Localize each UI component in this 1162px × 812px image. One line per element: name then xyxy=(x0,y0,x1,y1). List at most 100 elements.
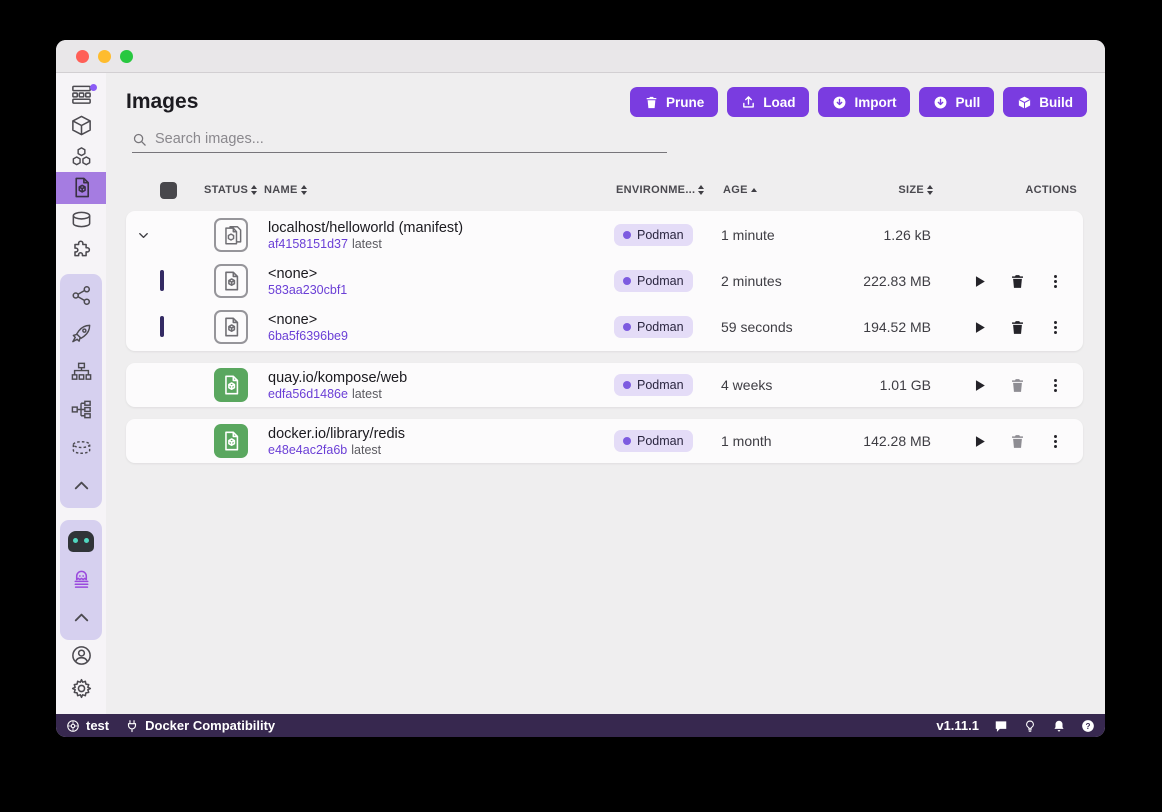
sidebar-item-images[interactable] xyxy=(56,172,106,203)
help-button[interactable]: ? xyxy=(1081,719,1095,733)
trash-icon xyxy=(1009,433,1026,450)
image-name[interactable]: <none> xyxy=(268,312,614,328)
podman-dot-icon xyxy=(623,323,631,331)
delete-image-button-disabled[interactable] xyxy=(1003,371,1031,399)
delete-image-button-disabled[interactable] xyxy=(1003,427,1031,455)
play-icon xyxy=(971,433,988,450)
build-button[interactable]: Build xyxy=(1003,87,1087,117)
table-row[interactable]: localhost/helloworld (manifest) af415815… xyxy=(126,212,1083,258)
run-image-button[interactable] xyxy=(965,427,993,455)
image-age: 4 weeks xyxy=(721,377,841,393)
org-chart-icon xyxy=(70,360,93,383)
prune-button-label: Prune xyxy=(666,95,704,110)
sidebar xyxy=(56,73,106,714)
sidebar-item-ai-lab[interactable] xyxy=(60,523,102,561)
minimize-window-button[interactable] xyxy=(98,50,111,63)
extensions-puzzle-icon xyxy=(70,239,93,262)
close-window-button[interactable] xyxy=(76,50,89,63)
run-image-button[interactable] xyxy=(965,267,993,295)
delete-image-button[interactable] xyxy=(1003,267,1031,295)
zoom-window-button[interactable] xyxy=(120,50,133,63)
more-actions-button[interactable] xyxy=(1041,371,1069,399)
image-name[interactable]: localhost/helloworld (manifest) xyxy=(268,220,614,236)
pull-button[interactable]: Pull xyxy=(919,87,994,117)
pods-icon xyxy=(70,145,93,168)
lightbulb-icon xyxy=(1023,719,1037,733)
sidebar-item-rocket[interactable] xyxy=(60,315,102,353)
run-image-button[interactable] xyxy=(965,313,993,341)
table-row[interactable]: <none> 583aa230cbf1 Podman 2 minutes 222… xyxy=(126,258,1083,304)
column-header-environment[interactable]: ENVIRONME... xyxy=(616,184,723,196)
notification-dot xyxy=(90,84,97,91)
image-id-link[interactable]: af4158151d37 xyxy=(268,237,348,251)
image-name[interactable]: docker.io/library/redis xyxy=(268,426,614,442)
chevron-up-icon xyxy=(70,606,93,629)
sidebar-item-pipeline[interactable] xyxy=(60,391,102,429)
expand-toggle[interactable] xyxy=(126,228,160,243)
image-size: 222.83 MB xyxy=(841,273,931,289)
sidebar-item-ghost-extension[interactable] xyxy=(60,561,102,599)
delete-image-button[interactable] xyxy=(1003,313,1031,341)
kube-context-indicator[interactable]: test xyxy=(66,718,109,733)
play-icon xyxy=(971,377,988,394)
image-card: quay.io/kompose/web edfa56d1486elatest P… xyxy=(126,363,1083,407)
sort-icon xyxy=(698,185,704,195)
notifications-button[interactable] xyxy=(1052,719,1066,733)
tips-button[interactable] xyxy=(1023,719,1037,733)
image-id-link[interactable]: 6ba5f6396be9 xyxy=(268,329,348,343)
images-icon xyxy=(70,176,93,199)
table-row[interactable]: quay.io/kompose/web edfa56d1486elatest P… xyxy=(126,364,1083,406)
podman-dot-icon xyxy=(623,277,631,285)
image-age: 1 month xyxy=(721,433,841,449)
load-button[interactable]: Load xyxy=(727,87,809,117)
run-image-button[interactable] xyxy=(965,371,993,399)
chat-bubble-icon xyxy=(994,719,1008,733)
row-checkbox[interactable] xyxy=(160,316,164,337)
sidebar-group-collapse[interactable] xyxy=(60,467,102,505)
search-icon xyxy=(132,132,147,147)
column-header-age[interactable]: AGE xyxy=(723,184,843,196)
image-id-link[interactable]: edfa56d1486e xyxy=(268,387,348,401)
image-size: 142.28 MB xyxy=(841,433,931,449)
feedback-button[interactable] xyxy=(994,719,1008,733)
podman-dot-icon xyxy=(623,381,631,389)
load-button-label: Load xyxy=(763,95,795,110)
table-row[interactable]: <none> 6ba5f6396be9 Podman 59 seconds 19… xyxy=(126,304,1083,350)
kebab-menu-icon xyxy=(1047,319,1064,336)
sidebar-item-org-chart[interactable] xyxy=(60,353,102,391)
more-actions-button[interactable] xyxy=(1041,313,1069,341)
image-name[interactable]: quay.io/kompose/web xyxy=(268,370,614,386)
row-checkbox[interactable] xyxy=(160,270,164,291)
select-all-checkbox[interactable] xyxy=(160,182,177,199)
sidebar-item-extensions[interactable] xyxy=(56,235,106,266)
sidebar-item-containers[interactable] xyxy=(56,110,106,141)
search-input[interactable] xyxy=(155,131,667,147)
image-id-link[interactable]: e48e4ac2fa6b xyxy=(268,443,347,457)
image-name[interactable]: <none> xyxy=(268,266,614,282)
import-button[interactable]: Import xyxy=(818,87,910,117)
ghost-pocket-icon xyxy=(70,568,93,591)
image-id-link[interactable]: 583aa230cbf1 xyxy=(268,283,347,297)
sidebar-item-dashed-volume[interactable] xyxy=(60,429,102,467)
images-list: localhost/helloworld (manifest) af415815… xyxy=(126,211,1083,463)
sidebar-group-2-collapse[interactable] xyxy=(60,599,102,637)
sidebar-item-volumes[interactable] xyxy=(56,204,106,235)
sidebar-item-dashboard[interactable] xyxy=(56,79,106,110)
more-actions-button[interactable] xyxy=(1041,267,1069,295)
play-icon xyxy=(971,273,988,290)
column-header-name[interactable]: NAME xyxy=(264,184,616,196)
table-row[interactable]: docker.io/library/redis e48e4ac2fa6blate… xyxy=(126,420,1083,462)
image-age: 2 minutes xyxy=(721,273,841,289)
titlebar xyxy=(56,40,1105,73)
sidebar-item-pods[interactable] xyxy=(56,141,106,172)
docker-compatibility-label: Docker Compatibility xyxy=(145,718,275,733)
import-button-label: Import xyxy=(854,95,896,110)
column-header-status[interactable]: STATUS xyxy=(204,184,264,196)
docker-compatibility-indicator[interactable]: Docker Compatibility xyxy=(125,718,275,733)
sidebar-item-share-network[interactable] xyxy=(60,277,102,315)
prune-button[interactable]: Prune xyxy=(630,87,718,117)
more-actions-button[interactable] xyxy=(1041,427,1069,455)
sidebar-item-account[interactable] xyxy=(56,640,106,671)
sidebar-item-settings[interactable] xyxy=(56,673,106,704)
column-header-size[interactable]: SIZE xyxy=(843,184,933,196)
